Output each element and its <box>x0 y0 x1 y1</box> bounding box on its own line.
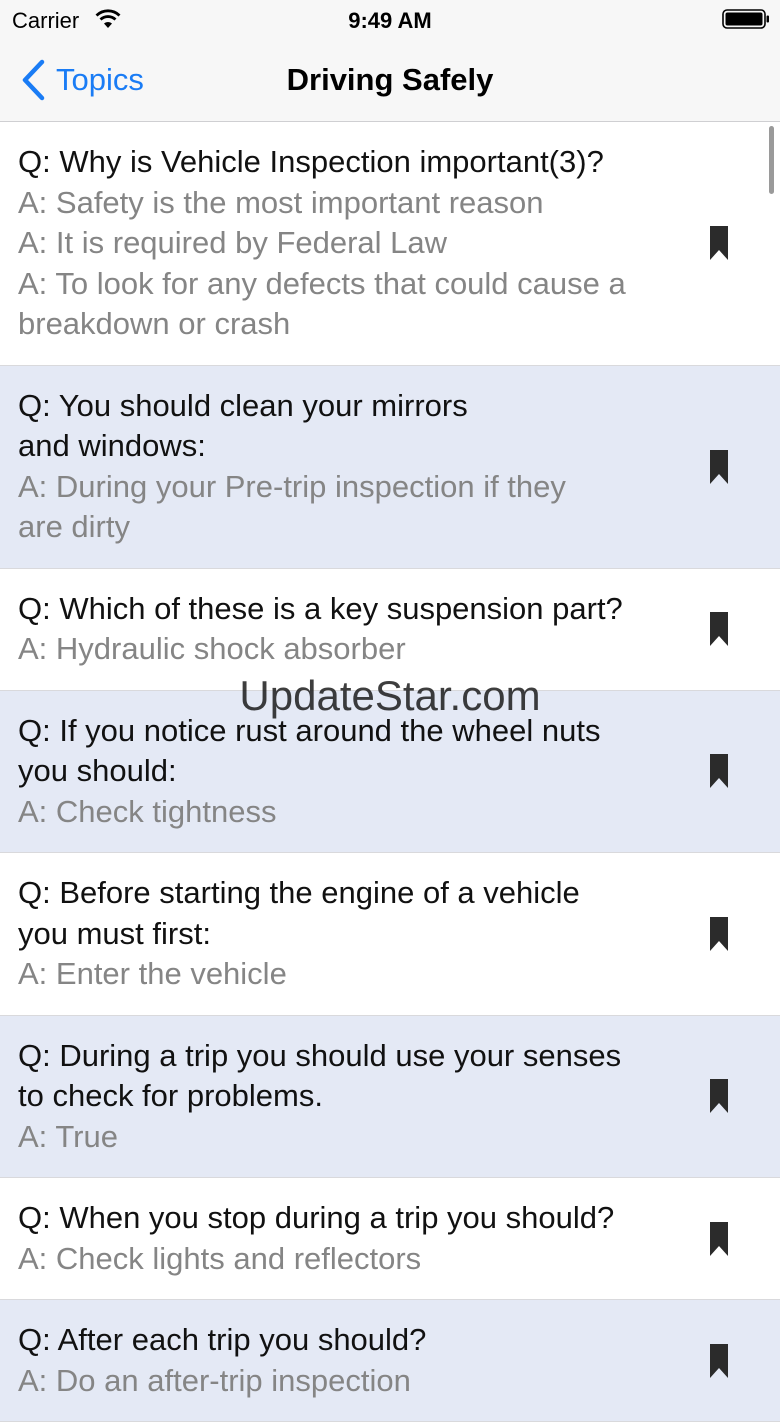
battery-icon <box>722 9 769 29</box>
question-text: Q: During a trip you should use your sen… <box>18 1037 622 1073</box>
bookmark-icon[interactable] <box>709 1078 729 1114</box>
answer-text: A: Check tightness <box>18 793 277 829</box>
question-text: Q: You should clean your mirrors <box>18 387 468 423</box>
navigation-bar: Topics Driving Safely <box>0 40 780 122</box>
bookmark-icon[interactable] <box>709 1343 729 1379</box>
question-text: to check for problems. <box>18 1078 323 1113</box>
question-text: Q: Which of these is a key suspension pa… <box>18 590 623 626</box>
bookmark-icon[interactable] <box>709 449 729 485</box>
bookmark-icon[interactable] <box>709 225 729 261</box>
bookmark-icon[interactable] <box>709 753 729 789</box>
question-text: and windows: <box>18 428 206 463</box>
page-title: Driving Safely <box>286 62 494 97</box>
answer-text: are dirty <box>18 509 130 544</box>
question-text: Q: After each trip you should? <box>18 1322 427 1357</box>
bookmark-icon[interactable] <box>709 916 729 952</box>
scroll-indicator[interactable] <box>769 126 774 194</box>
answer-text: A: To look for any defects that could ca… <box>18 265 626 301</box>
status-bar: Carrier 9:49 AM <box>0 0 780 40</box>
bookmark-icon[interactable] <box>709 1221 729 1257</box>
list-item[interactable]: Q: After each trip you should? A: Do an a… <box>0 1300 780 1422</box>
list-item[interactable]: Q: Before starting the engine of a vehic… <box>0 853 780 1016</box>
watermark: UpdateStar.com <box>239 672 541 719</box>
question-text: Q: Why is Vehicle Inspection important(3… <box>18 144 604 179</box>
answer-text: breakdown or crash <box>18 306 291 341</box>
answer-text: A: Check lights and reflectors <box>18 1240 422 1276</box>
question-list: Q: Why is Vehicle Inspection important(3… <box>0 122 780 1422</box>
bookmark-icon[interactable] <box>709 611 729 647</box>
list-item[interactable]: Q: Why is Vehicle Inspection important(3… <box>0 122 780 366</box>
list-item[interactable]: Q: You should clean your mirrors and wind… <box>0 365 780 569</box>
question-text: you should: <box>18 753 177 788</box>
answer-text: A: True <box>18 1118 118 1154</box>
answer-text: A: Safety is the most important reason <box>18 184 544 220</box>
question-text: Q: When you stop during a trip you shoul… <box>18 1200 615 1235</box>
answer-text: A: Enter the vehicle <box>18 956 287 991</box>
answer-text: A: It is required by Federal Law <box>18 225 448 260</box>
list-item[interactable]: Q: During a trip you should use your sen… <box>0 1015 780 1178</box>
answer-text: A: During your Pre-trip inspection if th… <box>18 468 566 504</box>
status-time: 9:49 AM <box>348 8 432 33</box>
answer-text: A: Do an after-trip inspection <box>18 1362 411 1398</box>
question-text: Q: Before starting the engine of a vehic… <box>18 875 580 910</box>
answer-text: A: Hydraulic shock absorber <box>18 631 406 666</box>
list-item[interactable]: Q: When you stop during a trip you shoul… <box>0 1178 780 1300</box>
question-text: you must first: <box>18 915 211 951</box>
